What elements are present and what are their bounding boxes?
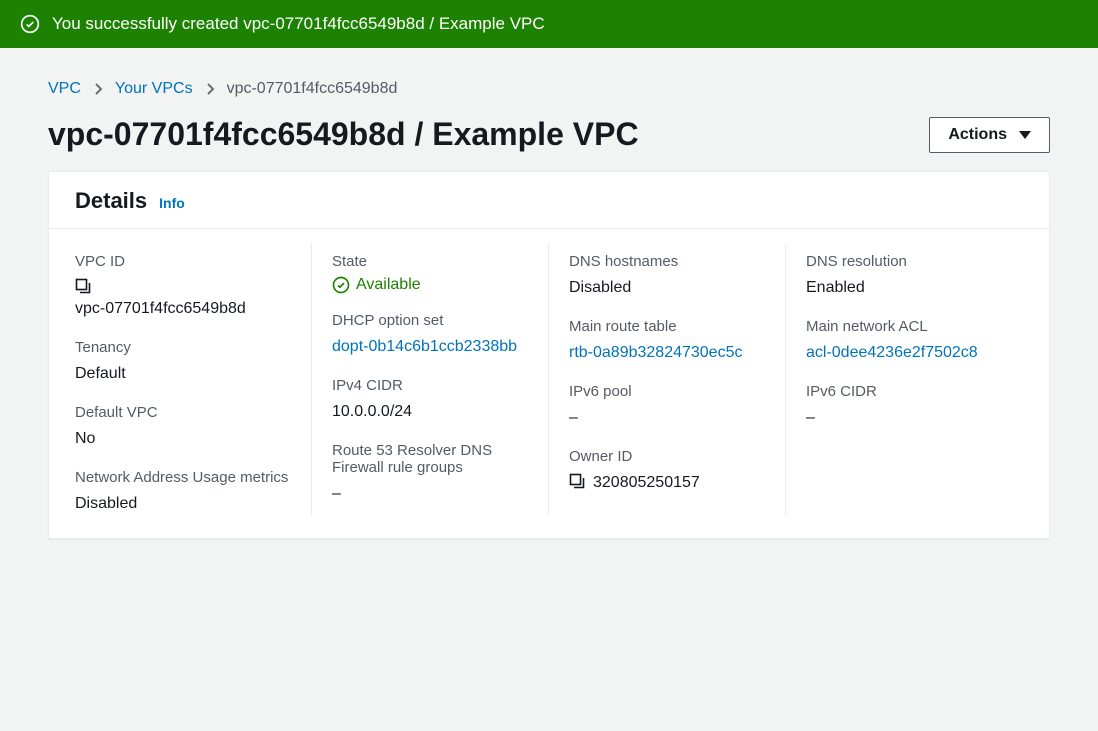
field-label-state: State: [332, 253, 528, 270]
detail-column: DNS resolution Enabled Main network ACL …: [786, 243, 1023, 516]
field-label-ipv6-pool: IPv6 pool: [569, 383, 765, 400]
detail-column: State Available DHCP option set dopt-0b1…: [312, 243, 549, 516]
field-label-dns-hostnames: DNS hostnames: [569, 253, 765, 270]
chevron-right-icon: [93, 82, 103, 96]
field-value-main-acl[interactable]: acl-0dee4236e2f7502c8: [806, 341, 1023, 365]
details-panel: Details Info VPC ID vpc-07701f4fcc6549b8…: [48, 171, 1050, 539]
check-circle-icon: [332, 276, 350, 294]
panel-header: Details Info: [49, 172, 1049, 229]
detail-column: VPC ID vpc-07701f4fcc6549b8d Tenancy Def…: [75, 243, 312, 516]
chevron-right-icon: [205, 82, 215, 96]
page-title: vpc-07701f4fcc6549b8d / Example VPC: [48, 116, 639, 153]
check-circle-icon: [20, 14, 40, 34]
copy-icon[interactable]: [75, 278, 91, 297]
breadcrumb-current: vpc-07701f4fcc6549b8d: [227, 80, 398, 98]
caret-down-icon: [1019, 131, 1031, 139]
breadcrumb: VPC Your VPCs vpc-07701f4fcc6549b8d: [48, 80, 1050, 98]
field-value-default-vpc: No: [75, 427, 291, 451]
field-value-state: Available: [332, 276, 528, 294]
field-value-main-route[interactable]: rtb-0a89b32824730ec5c: [569, 341, 765, 365]
detail-column: DNS hostnames Disabled Main route table …: [549, 243, 786, 516]
field-label-ipv4-cidr: IPv4 CIDR: [332, 377, 528, 394]
field-label-tenancy: Tenancy: [75, 339, 291, 356]
field-value-dns-hostnames: Disabled: [569, 276, 765, 300]
field-label-default-vpc: Default VPC: [75, 404, 291, 421]
field-label-dns-resolution: DNS resolution: [806, 253, 1023, 270]
field-label-dhcp: DHCP option set: [332, 312, 528, 329]
field-label-main-acl: Main network ACL: [806, 318, 1023, 335]
field-label-main-route: Main route table: [569, 318, 765, 335]
breadcrumb-vpc[interactable]: VPC: [48, 80, 81, 98]
info-link[interactable]: Info: [159, 195, 185, 211]
field-label-owner-id: Owner ID: [569, 448, 765, 465]
field-label-r53-firewall: Route 53 Resolver DNS Firewall rule grou…: [332, 442, 528, 476]
field-label-nau-metrics: Network Address Usage metrics: [75, 469, 291, 486]
panel-title: Details: [75, 188, 147, 214]
field-value-dhcp[interactable]: dopt-0b14c6b1ccb2338bb: [332, 335, 528, 359]
breadcrumb-your-vpcs[interactable]: Your VPCs: [115, 80, 193, 98]
field-value-ipv6-pool: –: [569, 406, 765, 430]
field-value-vpc-id: vpc-07701f4fcc6549b8d: [75, 297, 291, 321]
field-label-ipv6-cidr: IPv6 CIDR: [806, 383, 1023, 400]
actions-button[interactable]: Actions: [929, 117, 1050, 153]
field-value-tenancy: Default: [75, 362, 291, 386]
field-value-owner-id: 320805250157: [593, 471, 700, 495]
field-value-r53-firewall: –: [332, 482, 528, 506]
banner-message: You successfully created vpc-07701f4fcc6…: [52, 14, 545, 34]
field-value-ipv4-cidr: 10.0.0.0/24: [332, 400, 528, 424]
field-value-nau-metrics: Disabled: [75, 492, 291, 516]
copy-icon[interactable]: [569, 473, 585, 492]
actions-label: Actions: [948, 126, 1007, 144]
field-label-vpc-id: VPC ID: [75, 253, 291, 270]
success-banner: You successfully created vpc-07701f4fcc6…: [0, 0, 1098, 48]
field-value-dns-resolution: Enabled: [806, 276, 1023, 300]
field-value-ipv6-cidr: –: [806, 406, 1023, 430]
